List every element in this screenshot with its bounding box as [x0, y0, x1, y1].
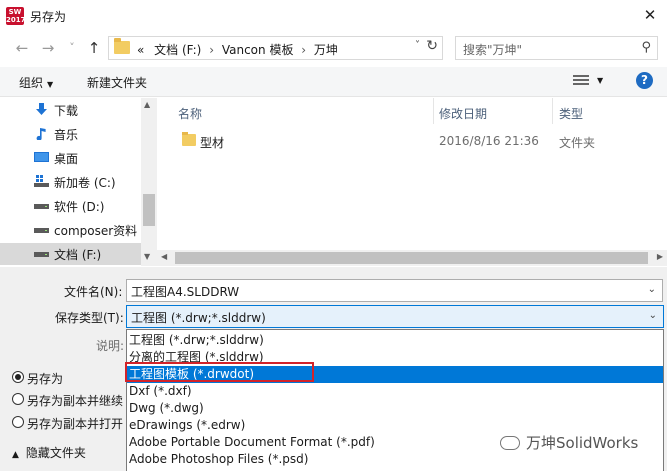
filename-value: 工程图A4.SLDDRW: [131, 285, 240, 299]
view-options-icon[interactable]: [573, 75, 589, 87]
filetype-option[interactable]: Dwg (*.dwg): [127, 400, 663, 417]
file-list: 名称 修改日期 类型 型材 2016/8/16 21:36 文件夹: [157, 98, 667, 266]
address-bar[interactable]: « 文档 (F:) › Vancon 模板 › 万坤 ˅ ↻: [108, 36, 443, 60]
hide-folders-button[interactable]: ▲ 隐藏文件夹: [12, 444, 86, 461]
sidebar-item-label: composer资料: [54, 224, 138, 238]
column-header-type[interactable]: 类型: [559, 105, 583, 122]
scrollbar-thumb[interactable]: [175, 252, 648, 264]
command-toolbar: 组织 ▼ 新建文件夹 ▼ ?: [0, 67, 667, 97]
watermark-text: 万坤SolidWorks: [526, 434, 639, 452]
sidebar-item-label: 桌面: [54, 152, 79, 166]
column-divider[interactable]: [552, 98, 553, 124]
filetype-label: 保存类型(T):: [55, 311, 124, 325]
drive-c-icon: [34, 175, 49, 187]
sidebar-item-label: 软件 (D:): [54, 200, 105, 214]
solidworks-app-icon: SW 2017: [6, 7, 26, 25]
desktop-icon: [34, 152, 49, 162]
up-arrow-icon[interactable]: ↑: [84, 37, 104, 59]
radio-button[interactable]: [12, 371, 24, 383]
search-input[interactable]: 搜索"万坤" ⚲: [455, 36, 658, 60]
back-arrow-icon[interactable]: ←: [12, 37, 32, 59]
scrollbar-thumb[interactable]: [143, 194, 155, 226]
sidebar-item-composer[interactable]: composer资料: [0, 219, 141, 241]
filename-field[interactable]: 工程图A4.SLDDRW ⌄: [126, 279, 663, 302]
navigation-pane: 下载 音乐 桌面 新加卷 (C:) 软件 (D:) composer资料 文档 …: [0, 98, 141, 266]
help-icon[interactable]: ?: [636, 72, 653, 89]
sidebar-item-drive-f[interactable]: 文档 (F:): [0, 243, 141, 265]
watermark: 万坤SolidWorks: [500, 432, 638, 453]
drive-icon: [34, 252, 49, 257]
search-icon[interactable]: ⚲: [641, 40, 651, 55]
filetype-option[interactable]: 工程图 (*.drw;*.slddrw): [127, 332, 663, 349]
radio-button[interactable]: [12, 416, 24, 428]
wechat-icon: [500, 436, 520, 450]
search-placeholder: 搜索"万坤": [463, 43, 523, 57]
recent-locations-chevron-icon[interactable]: ˅: [62, 37, 82, 59]
caret-down-icon[interactable]: ▼: [597, 76, 603, 85]
address-dropdown-chevron-icon[interactable]: ˅: [415, 40, 420, 51]
filetype-select[interactable]: 工程图 (*.drw;*.slddrw) ⌄: [126, 305, 664, 328]
filetype-option[interactable]: Adobe Photoshop Files (*.psd): [127, 451, 663, 468]
close-button[interactable]: ✕: [633, 0, 667, 30]
folder-icon: [114, 38, 130, 54]
description-label: 说明:: [96, 339, 125, 353]
radio-label: 另存为副本并打开: [27, 417, 124, 431]
filetype-value: 工程图 (*.drw;*.slddrw): [131, 311, 266, 325]
highlight-annotation-box: [125, 362, 314, 382]
sidebar-item-drive-d[interactable]: 软件 (D:): [0, 195, 141, 217]
navigation-bar: ← → ˅ ↑ « 文档 (F:) › Vancon 模板 › 万坤 ˅ ↻ 搜…: [0, 33, 667, 63]
file-list-scrollbar[interactable]: ◀ ▶: [157, 250, 667, 266]
navigation-scrollbar[interactable]: ▲ ▼: [141, 98, 157, 266]
hide-folders-label: 隐藏文件夹: [25, 446, 86, 460]
title-bar: SW 2017 另存为 ✕: [0, 0, 667, 32]
chevron-down-icon[interactable]: ⌄: [649, 310, 657, 321]
forward-arrow-icon[interactable]: →: [38, 37, 58, 59]
file-type: 文件夹: [559, 136, 596, 150]
drive-icon: [34, 204, 49, 209]
sidebar-item-downloads[interactable]: 下载: [0, 99, 141, 121]
breadcrumb-separator[interactable]: ›: [301, 43, 306, 57]
file-name: 型材: [200, 136, 225, 150]
filename-label: 文件名(N):: [64, 285, 123, 299]
file-modified: 2016/8/16 21:36: [439, 134, 539, 148]
radio-label: 另存为: [27, 372, 64, 386]
download-icon: [36, 103, 47, 115]
filetype-option[interactable]: Dxf (*.dxf): [127, 383, 663, 400]
scroll-down-icon[interactable]: ▼: [144, 252, 150, 261]
breadcrumb: « 文档 (F:) › Vancon 模板 › 万坤: [137, 41, 338, 58]
file-row[interactable]: 型材 2016/8/16 21:36 文件夹: [157, 130, 667, 152]
sidebar-item-label: 下载: [54, 104, 79, 118]
scroll-right-icon[interactable]: ▶: [657, 252, 663, 261]
sidebar-item-label: 文档 (F:): [54, 248, 102, 262]
sidebar-item-desktop[interactable]: 桌面: [0, 147, 141, 169]
drive-icon: [34, 228, 49, 233]
breadcrumb-item[interactable]: 万坤: [314, 43, 338, 57]
breadcrumb-overflow[interactable]: «: [137, 43, 144, 57]
scroll-up-icon[interactable]: ▲: [144, 100, 150, 109]
music-icon: [36, 128, 46, 140]
breadcrumb-item[interactable]: 文档 (F:): [154, 43, 201, 57]
caret-up-icon: ▲: [12, 450, 19, 460]
column-divider[interactable]: [433, 98, 434, 124]
column-header-name[interactable]: 名称: [178, 105, 202, 122]
scroll-left-icon[interactable]: ◀: [161, 252, 167, 261]
breadcrumb-item[interactable]: Vancon 模板: [222, 43, 294, 57]
new-folder-button[interactable]: 新建文件夹: [87, 74, 147, 91]
chevron-down-icon[interactable]: ⌄: [648, 284, 656, 295]
refresh-icon[interactable]: ↻: [426, 38, 438, 54]
sidebar-item-music[interactable]: 音乐: [0, 123, 141, 145]
column-header-modified[interactable]: 修改日期: [439, 105, 487, 122]
organize-label: 组织: [19, 76, 44, 90]
window-title: 另存为: [30, 10, 67, 24]
sidebar-item-drive-c[interactable]: 新加卷 (C:): [0, 171, 141, 193]
caret-down-icon: ▼: [47, 80, 54, 89]
organize-button[interactable]: 组织 ▼: [19, 74, 53, 91]
breadcrumb-separator[interactable]: ›: [209, 43, 214, 57]
sidebar-item-label: 音乐: [54, 128, 79, 142]
folder-icon: [182, 132, 196, 146]
radio-label: 另存为副本并继续: [27, 394, 124, 408]
sidebar-item-label: 新加卷 (C:): [54, 176, 116, 190]
radio-button[interactable]: [12, 393, 24, 405]
